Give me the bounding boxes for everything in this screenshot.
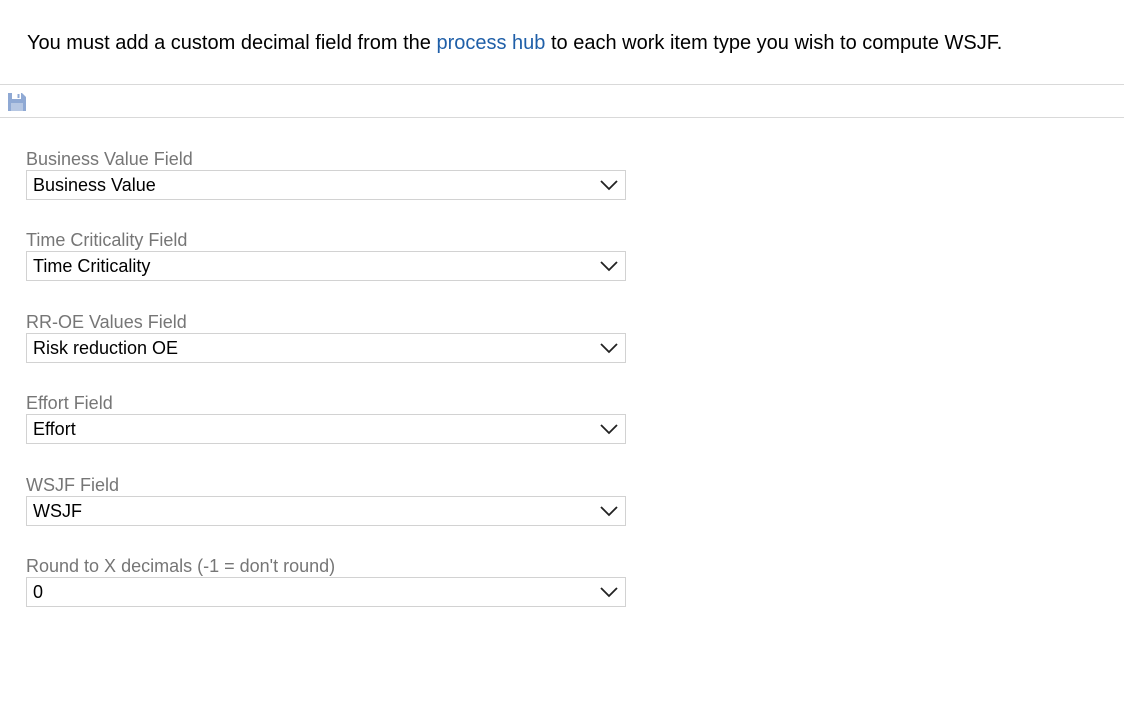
effort-field-label: Effort Field [26,393,113,413]
round-decimals-field-select[interactable]: 0 [26,577,626,607]
chevron-down-icon [600,506,618,517]
intro-message: You must add a custom decimal field from… [27,29,1117,57]
business-value-field-select[interactable]: Business Value [26,170,626,200]
wsjf-field-selected: WSJF [33,501,82,521]
time-criticality-field-label: Time Criticality Field [26,230,188,250]
business-value-field-group: Business Value Field Business Value [26,149,626,200]
effort-field-group: Effort Field Effort [26,393,626,444]
rr-oe-values-field-selected: Risk reduction OE [33,338,179,358]
effort-field-selected: Effort [33,419,76,439]
wsjf-field-select[interactable]: WSJF [26,496,626,526]
toolbar [0,84,1124,118]
save-icon [8,93,26,111]
rr-oe-values-field-select[interactable]: Risk reduction OE [26,333,626,363]
intro-text-before-link: You must add a custom decimal field from… [27,32,437,54]
intro-text-after-link: to each work item type you wish to compu… [545,32,1003,54]
chevron-down-icon [600,424,618,435]
rr-oe-values-field-group: RR-OE Values Field Risk reduction OE [26,312,626,363]
wsjf-field-label: WSJF Field [26,475,120,495]
time-criticality-field-selected: Time Criticality [33,256,151,276]
round-decimals-field-group: Round to X decimals (-1 = don't round) 0 [26,556,626,607]
wsjf-field-group: WSJF Field WSJF [26,475,626,526]
process-hub-link[interactable]: process hub [436,32,545,54]
chevron-down-icon [600,261,618,272]
time-criticality-field-select[interactable]: Time Criticality [26,251,626,281]
save-button[interactable] [7,92,27,112]
chevron-down-icon [600,587,618,598]
chevron-down-icon [600,343,618,354]
business-value-field-selected: Business Value [33,175,156,195]
rr-oe-values-field-label: RR-OE Values Field [26,312,187,332]
effort-field-select[interactable]: Effort [26,414,626,444]
round-decimals-field-selected: 0 [33,582,44,602]
time-criticality-field-group: Time Criticality Field Time Criticality [26,230,626,281]
chevron-down-icon [600,180,618,191]
business-value-field-label: Business Value Field [26,149,193,169]
round-decimals-field-label: Round to X decimals (-1 = don't round) [26,556,336,576]
